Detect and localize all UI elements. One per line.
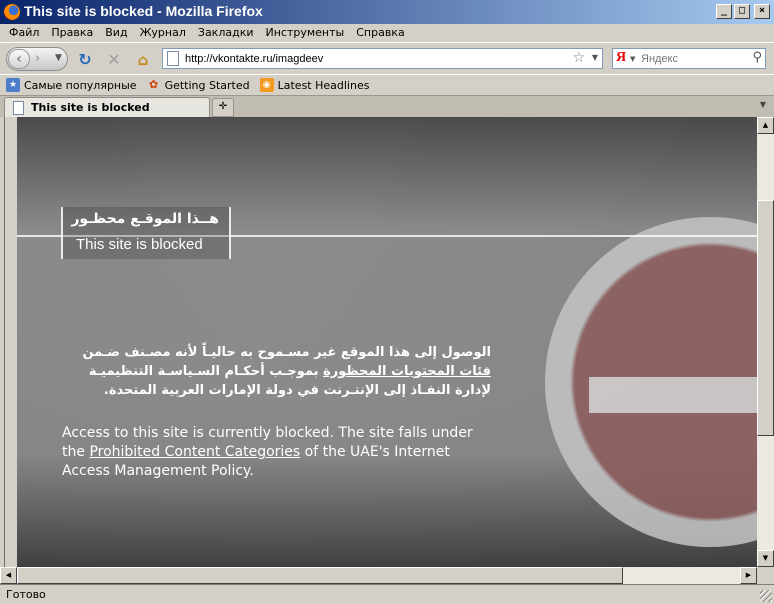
menu-tools[interactable]: Инструменты [261, 24, 352, 42]
menu-file[interactable]: Файл [4, 24, 46, 42]
bookmark-label: Getting Started [164, 78, 250, 92]
url-input[interactable] [185, 51, 565, 66]
menu-help[interactable]: Справка [351, 24, 411, 42]
no-entry-bar [589, 377, 757, 413]
prohibited-categories-link[interactable]: Prohibited Content Categories [89, 444, 300, 460]
search-bar[interactable]: Я ▼ ⚲ [612, 48, 766, 69]
content-frame-edge [5, 117, 17, 567]
blocked-title-box: هــذا الموقـع محظـور This site is blocke… [61, 207, 231, 259]
window-controls: _ □ × [716, 4, 770, 19]
popular-icon: ★ [6, 78, 20, 92]
back-forward-group: ‹ › ▼ [6, 47, 68, 71]
menu-history[interactable]: Журнал [135, 24, 193, 42]
resize-grip-icon[interactable] [760, 590, 772, 602]
message-arabic-part3: لإدارة النفـاذ إلى الإنتـرنت في دولة الإ… [103, 383, 491, 398]
back-button[interactable]: ‹ [8, 49, 30, 69]
message-arabic-part1: الوصول إلى هذا الموقع غير مسـموح به حالي… [82, 345, 491, 360]
search-icon[interactable]: ⚲ [752, 50, 762, 65]
horizontal-scrollbar[interactable]: ◀ ▶ [0, 567, 757, 584]
title-english: This site is blocked [76, 236, 203, 253]
forward-button[interactable]: › [35, 51, 40, 66]
bookmarks-toolbar: ★ Самые популярные ✿ Getting Started ◉ L… [0, 74, 774, 95]
menu-edit[interactable]: Правка [46, 24, 100, 42]
tab-bar: This site is blocked ✛ ▼ [0, 95, 774, 118]
bookmark-latest-headlines[interactable]: ◉ Latest Headlines [259, 78, 370, 92]
home-button[interactable]: ⌂ [134, 51, 152, 69]
bookmark-star-icon[interactable]: ☆ [572, 50, 585, 66]
message-arabic-part2: بموجـب أحكـام السـياسـة التنظيميـة [88, 364, 319, 379]
page-icon [13, 101, 24, 115]
menu-bookmarks[interactable]: Закладки [193, 24, 261, 42]
navigation-toolbar: ‹ › ▼ ↻ ✕ ⌂ ☆ ▼ Я ▼ ⚲ [0, 42, 774, 74]
scrollbar-corner [757, 567, 774, 584]
url-dropdown-icon[interactable]: ▼ [592, 53, 598, 62]
title-arabic: هــذا الموقـع محظـور [71, 211, 219, 227]
yandex-icon[interactable]: Я [616, 50, 626, 66]
title-bar: This site is blocked - Mozilla Firefox _… [0, 0, 774, 24]
firefox-icon [4, 4, 20, 20]
scroll-down-arrow-icon[interactable]: ▼ [757, 550, 774, 567]
page-content: هــذا الموقـع محظـور This site is blocke… [4, 117, 757, 567]
search-input[interactable] [641, 51, 741, 66]
window-title: This site is blocked - Mozilla Firefox [24, 3, 263, 19]
bookmark-most-popular[interactable]: ★ Самые популярные [6, 78, 137, 92]
scroll-left-arrow-icon[interactable]: ◀ [0, 567, 17, 584]
minimize-button[interactable]: _ [716, 4, 732, 19]
rss-icon: ◉ [259, 78, 274, 92]
url-bar[interactable]: ☆ ▼ [162, 48, 603, 69]
stop-button[interactable]: ✕ [105, 51, 123, 69]
vertical-scroll-thumb[interactable] [757, 200, 774, 436]
bookmark-label: Latest Headlines [277, 78, 370, 92]
status-text: Готово [6, 588, 46, 601]
page-icon [167, 51, 179, 66]
message-arabic: الوصول إلى هذا الموقع غير مسـموح به حالي… [61, 343, 491, 400]
close-button[interactable]: × [754, 4, 770, 19]
message-english: Access to this site is currently blocked… [62, 424, 490, 481]
maximize-button[interactable]: □ [734, 4, 750, 19]
menu-bar: Файл Правка Вид Журнал Закладки Инструме… [0, 24, 774, 42]
vertical-scrollbar[interactable]: ▲ ▼ [757, 117, 774, 567]
reload-button[interactable]: ↻ [76, 51, 94, 69]
history-dropdown-icon[interactable]: ▼ [55, 53, 62, 63]
tab-list-dropdown-icon[interactable]: ▼ [760, 100, 766, 109]
bookmark-label: Самые популярные [24, 78, 137, 92]
bookmark-getting-started[interactable]: ✿ Getting Started [147, 78, 250, 92]
scroll-right-arrow-icon[interactable]: ▶ [740, 567, 757, 584]
prohibited-categories-link-arabic[interactable]: فئات المحتويات المحظورة [323, 364, 491, 379]
tab-this-site-is-blocked[interactable]: This site is blocked [4, 97, 210, 118]
horizontal-scroll-thumb[interactable] [17, 567, 623, 584]
tab-label: This site is blocked [31, 101, 150, 114]
scroll-up-arrow-icon[interactable]: ▲ [757, 117, 774, 134]
new-tab-button[interactable]: ✛ [212, 98, 234, 117]
search-engine-dropdown-icon[interactable]: ▼ [630, 55, 635, 63]
status-bar: Готово [0, 584, 774, 604]
getting-started-icon: ✿ [148, 78, 159, 91]
menu-view[interactable]: Вид [100, 24, 134, 42]
